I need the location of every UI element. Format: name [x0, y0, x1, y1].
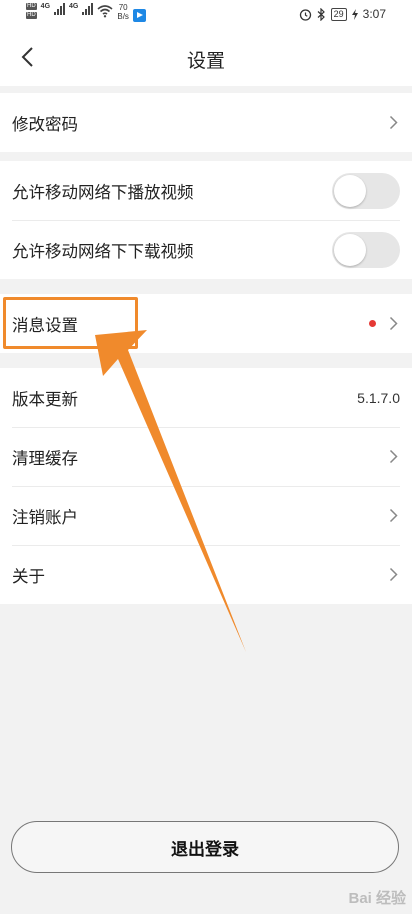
logout-button[interactable]: 退出登录	[11, 821, 399, 873]
annotation-arrow	[95, 330, 246, 652]
baidu-watermark: Bai 经验	[348, 890, 406, 907]
